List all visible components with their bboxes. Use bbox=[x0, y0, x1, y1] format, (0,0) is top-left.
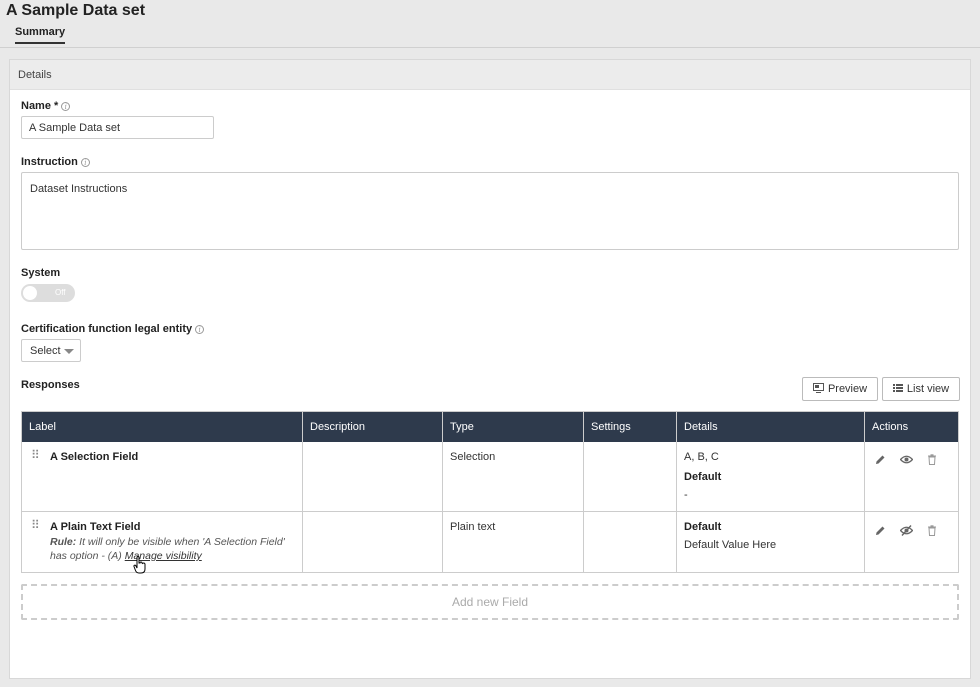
row-label-cell: ⠿ A Selection Field bbox=[21, 441, 303, 512]
table-row: ⠿ A Plain Text Field Rule: It will only … bbox=[21, 511, 959, 573]
name-input[interactable] bbox=[21, 116, 214, 139]
preview-button-label: Preview bbox=[827, 383, 868, 395]
details-default-label: Default bbox=[684, 470, 722, 483]
details-options: A, B, C bbox=[684, 450, 719, 463]
responses-table: Label Description Type Settings Details … bbox=[21, 411, 959, 573]
page-title: A Sample Data set bbox=[6, 2, 146, 19]
eye-icon[interactable] bbox=[898, 453, 914, 467]
column-header-type[interactable]: Type bbox=[442, 411, 584, 442]
column-header-label[interactable]: Label bbox=[21, 411, 303, 442]
list-icon bbox=[892, 383, 903, 396]
details-default-label: Default bbox=[684, 521, 722, 533]
column-header-description[interactable]: Description bbox=[302, 411, 443, 442]
row-settings bbox=[583, 511, 677, 573]
legal-entity-label: Certification function legal entity i bbox=[21, 323, 205, 335]
row-actions bbox=[864, 441, 959, 512]
system-label-text: System bbox=[21, 267, 61, 279]
drag-handle-icon[interactable]: ⠿ bbox=[31, 449, 41, 461]
responses-title: Responses bbox=[21, 379, 80, 391]
rule-prefix: Rule: bbox=[50, 536, 77, 548]
preview-icon bbox=[812, 382, 824, 396]
row-type: Selection bbox=[442, 441, 584, 512]
instruction-label: Instruction i bbox=[21, 156, 90, 168]
instruction-label-text: Instruction bbox=[21, 156, 78, 168]
preview-button[interactable]: Preview bbox=[802, 377, 878, 401]
hand-cursor-icon bbox=[133, 556, 146, 574]
trash-icon[interactable] bbox=[924, 523, 940, 537]
eye-off-icon[interactable] bbox=[898, 523, 914, 537]
row-type: Plain text bbox=[442, 511, 584, 573]
visibility-rule: Rule: It will only be visible when 'A Se… bbox=[50, 535, 295, 563]
info-icon[interactable]: i bbox=[195, 324, 205, 334]
system-label: System bbox=[21, 267, 60, 279]
row-description bbox=[302, 511, 443, 573]
tab-summary[interactable]: Summary bbox=[15, 26, 66, 44]
page-header: A Sample Data set Summary bbox=[0, 0, 980, 48]
details-panel-header: Details bbox=[10, 60, 970, 90]
name-label: Name * i bbox=[21, 100, 71, 112]
name-label-text: Name * bbox=[21, 100, 59, 112]
row-description bbox=[302, 441, 443, 512]
column-header-actions: Actions bbox=[864, 411, 959, 442]
pencil-icon[interactable] bbox=[872, 523, 888, 537]
instruction-textarea[interactable]: Dataset Instructions bbox=[21, 172, 959, 250]
legal-entity-select[interactable]: Select bbox=[21, 339, 81, 362]
table-row: ⠿ A Selection Field Selection A, B, C De… bbox=[21, 441, 959, 512]
details-default-value: Default Value Here bbox=[684, 539, 777, 551]
toggle-knob bbox=[23, 286, 37, 300]
row-details: A, B, C Default - bbox=[676, 441, 865, 512]
responses-title-text: Responses bbox=[21, 379, 80, 391]
row-label: A Selection Field bbox=[50, 450, 139, 463]
column-header-settings[interactable]: Settings bbox=[583, 411, 677, 442]
drag-handle-icon[interactable]: ⠿ bbox=[31, 519, 41, 531]
pencil-icon[interactable] bbox=[872, 453, 888, 467]
row-label-cell: ⠿ A Plain Text Field Rule: It will only … bbox=[21, 511, 303, 573]
details-default-value: - bbox=[684, 488, 688, 501]
row-settings bbox=[583, 441, 677, 512]
row-label: A Plain Text Field bbox=[50, 521, 141, 533]
chevron-down-icon bbox=[64, 349, 74, 354]
select-value: Select bbox=[30, 345, 61, 357]
row-details: Default Default Value Here bbox=[676, 511, 865, 573]
system-toggle[interactable]: Off bbox=[21, 284, 75, 302]
list-view-button-label: List view bbox=[906, 383, 950, 395]
add-new-field-button[interactable]: Add new Field bbox=[21, 584, 959, 620]
legal-entity-label-text: Certification function legal entity bbox=[21, 323, 193, 335]
list-view-button[interactable]: List view bbox=[882, 377, 960, 401]
details-panel: Details Name * i Instruction i Dataset I… bbox=[9, 59, 971, 679]
table-header-row: Label Description Type Settings Details … bbox=[21, 411, 959, 442]
info-icon[interactable]: i bbox=[61, 101, 71, 111]
row-actions bbox=[864, 511, 959, 573]
info-icon[interactable]: i bbox=[80, 157, 90, 167]
trash-icon[interactable] bbox=[924, 453, 940, 467]
toggle-state: Off bbox=[55, 288, 66, 297]
column-header-details[interactable]: Details bbox=[676, 411, 865, 442]
